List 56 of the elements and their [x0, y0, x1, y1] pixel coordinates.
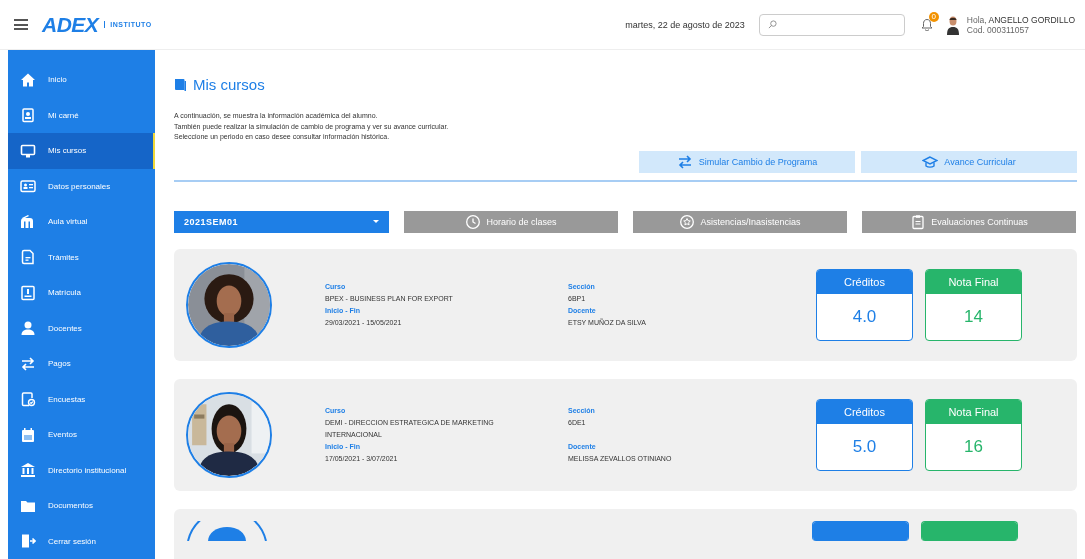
tool-button[interactable]: Asistencias/Inasistencias — [633, 210, 847, 233]
sidebar-item[interactable]: Trámites — [8, 239, 155, 275]
sidebar-item[interactable]: Encuestas — [8, 381, 155, 417]
grade-value: 14 — [964, 306, 983, 327]
search-icon — [767, 20, 777, 29]
survey-icon — [20, 391, 36, 408]
clipboard-icon — [910, 213, 927, 230]
user-greeting: Hola, ANGELLO GORDILLO — [966, 14, 1075, 25]
page-title: Mis cursos — [193, 76, 265, 93]
bell-icon[interactable] — [920, 18, 933, 31]
document-icon — [20, 249, 36, 266]
sidebar-item[interactable]: Inicio — [8, 62, 155, 98]
grade-label: Nota Final — [948, 275, 999, 288]
sidebar-item[interactable]: Aula virtual — [8, 204, 155, 240]
form-icon — [20, 284, 36, 301]
sidebar-item[interactable]: Directorio institucional — [8, 452, 155, 488]
graduation-cap-icon — [922, 153, 939, 170]
calendar-icon — [20, 426, 36, 443]
sidebar-item[interactable]: Documentos — [8, 488, 155, 524]
book-icon — [174, 78, 186, 91]
sidebar-item[interactable]: Mi carné — [8, 97, 155, 133]
menu-icon[interactable] — [14, 19, 28, 30]
sidebar-item[interactable]: Matrícula — [8, 275, 155, 311]
logout-icon — [20, 533, 36, 550]
grade-label: Nota Final — [948, 405, 999, 418]
period-dropdown[interactable]: 2021SEM01 — [174, 210, 389, 233]
swap-arrows-icon — [676, 153, 693, 170]
sidebar-item[interactable]: Datos personales — [8, 168, 155, 204]
date-text: martes, 22 de agosto de 2023 — [625, 19, 745, 30]
grade-value: 16 — [964, 436, 983, 457]
notification-badge: 0 — [928, 12, 939, 22]
swap-arrows-icon — [20, 355, 36, 372]
user-code: Cod. 000311057 — [966, 24, 1030, 35]
credits-label: Créditos — [844, 275, 885, 288]
monitor-icon — [20, 142, 36, 159]
user-icon — [20, 320, 36, 337]
action-button[interactable]: Simular Cambio de Programa — [639, 150, 855, 173]
credits-value: 4.0 — [852, 306, 877, 327]
bank-icon — [20, 462, 36, 479]
search-field[interactable] — [758, 13, 905, 36]
home-icon — [20, 71, 36, 88]
sidebar-item[interactable]: Docentes — [8, 310, 155, 346]
action-button[interactable]: Avance Curricular — [861, 150, 1077, 173]
sidebar-item[interactable]: Cerrar sesión — [8, 523, 155, 559]
id-badge-icon — [20, 107, 36, 124]
logo: ADEX — [42, 12, 99, 37]
sidebar-item[interactable]: Pagos — [8, 346, 155, 382]
credits-label: Créditos — [844, 405, 885, 418]
tool-button[interactable]: Evaluaciones Continuas — [862, 210, 1076, 233]
sidebar-item[interactable]: Mis cursos — [8, 133, 155, 169]
id-card-icon — [20, 178, 36, 195]
avatar — [946, 14, 959, 35]
tool-button[interactable]: Horario de clases — [404, 210, 618, 233]
sidebar-item[interactable]: Eventos — [8, 417, 155, 453]
credits-value: 5.0 — [852, 436, 877, 457]
clock-icon — [465, 213, 482, 230]
